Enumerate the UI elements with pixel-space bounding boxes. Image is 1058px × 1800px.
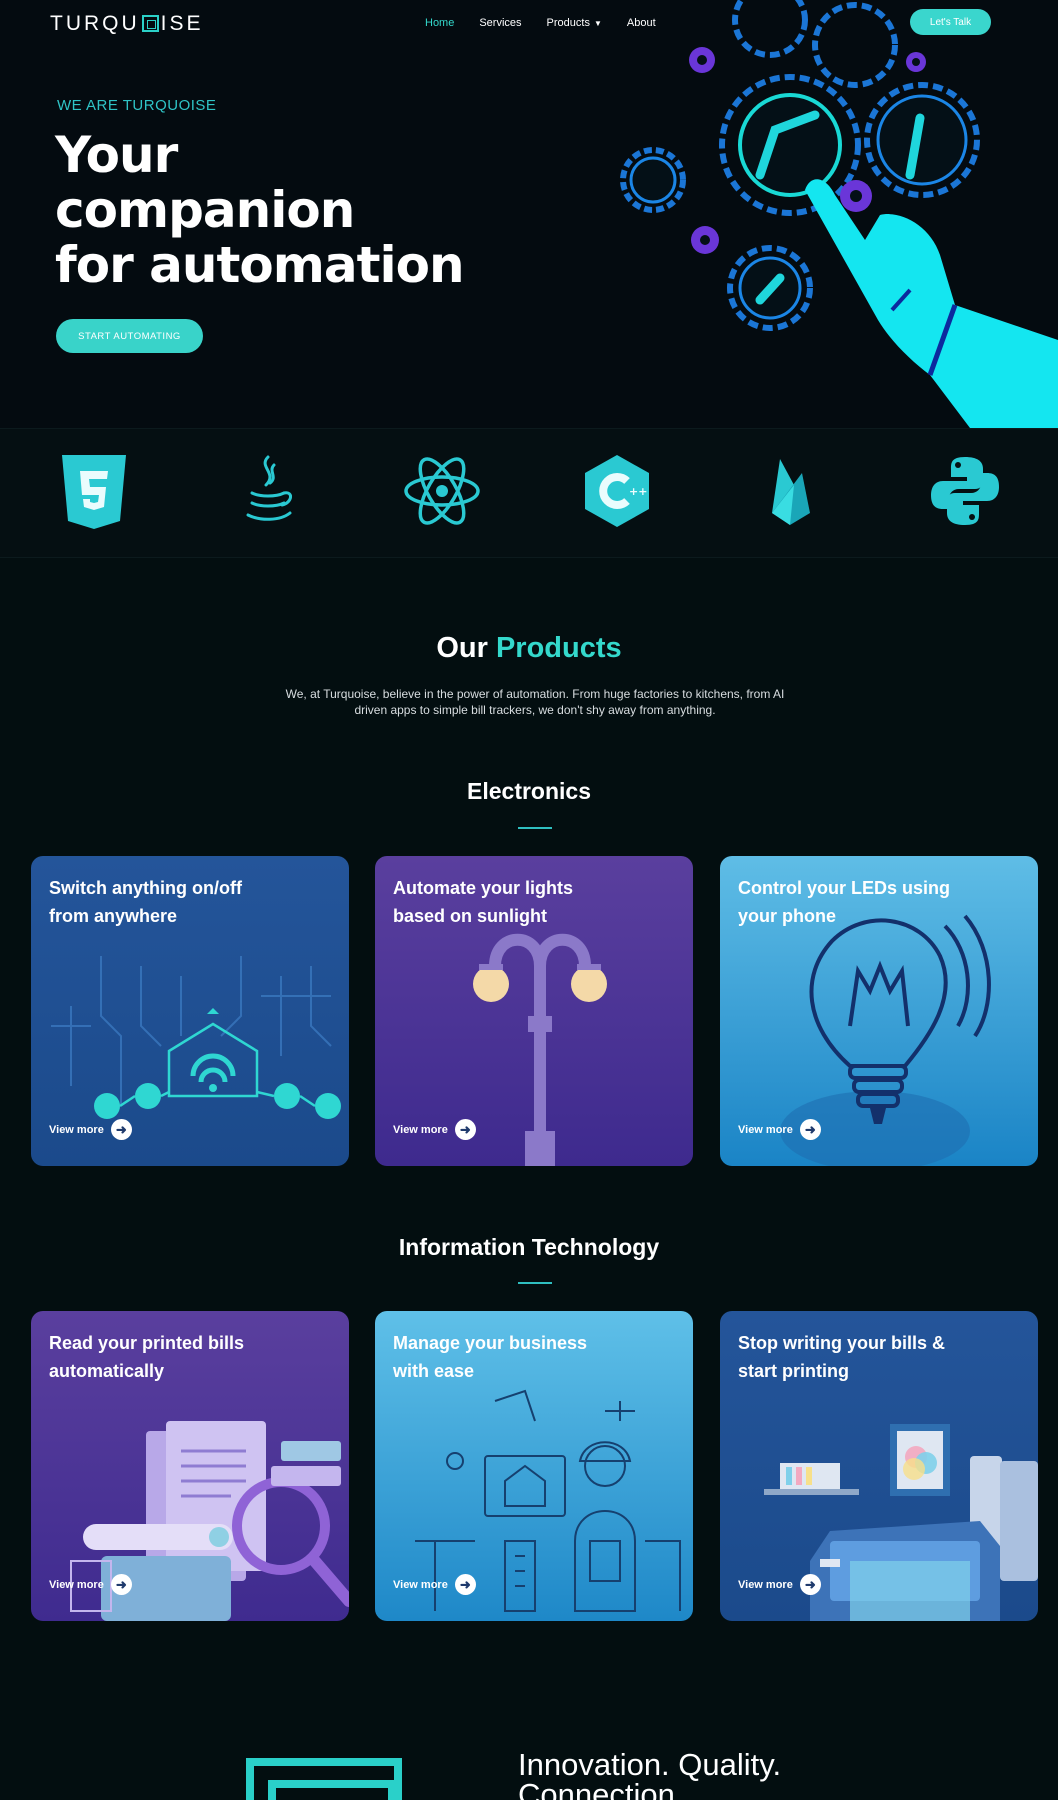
arrow-right-icon: ➜ — [799, 1574, 821, 1595]
card-title: Control your LEDs using your phone — [738, 878, 951, 926]
view-more-label: View more — [738, 1123, 793, 1136]
view-more-label: View more — [49, 1578, 104, 1591]
products-description: We, at Turquoise, believe in the power o… — [285, 687, 785, 717]
it-title: Information Technology — [398, 1234, 660, 1260]
tagline: Innovation. Quality. Connection. — [518, 1747, 782, 1800]
cplusplus-icon: ++ — [585, 455, 649, 527]
electronics-underline — [518, 827, 552, 829]
lets-talk-button[interactable]: Let's Talk — [910, 9, 991, 35]
nav-services[interactable]: Services — [479, 17, 521, 29]
products-title-plain: Our — [436, 632, 488, 664]
product-card-street-light[interactable]: Automate your lights based on sunlight V… — [375, 856, 693, 1166]
product-card-business-management[interactable]: Manage your business with ease View more… — [375, 1311, 693, 1621]
card-title: Switch anything on/off from anywhere — [49, 878, 242, 926]
headline-line-2: companion — [55, 181, 355, 239]
headline-line-1: Your — [55, 126, 178, 184]
logo-square-icon — [141, 14, 159, 32]
view-more-link[interactable]: View more ➜ — [393, 1574, 476, 1595]
nav-products-label: Products — [546, 17, 590, 29]
brand-logo[interactable]: TURQU ISE — [50, 12, 204, 36]
view-more-label: View more — [393, 1123, 448, 1136]
tagline-line-1: Innovation. Quality. — [518, 1747, 782, 1782]
arrow-right-icon: ➜ — [799, 1119, 821, 1140]
firebase-icon — [772, 459, 810, 525]
view-more-label: View more — [738, 1578, 793, 1591]
arrow-right-icon: ➜ — [110, 1574, 132, 1595]
hero-eyebrow: WE ARE TURQUOISE — [57, 97, 217, 114]
headline-line-3: for automation — [55, 236, 465, 294]
java-icon — [246, 455, 292, 521]
chevron-down-icon: ▼ — [593, 19, 602, 28]
nav-products[interactable]: Products ▼ — [547, 17, 602, 29]
robotic-hand-illustration — [620, 0, 1058, 428]
nav-home[interactable]: Home — [425, 17, 454, 29]
view-more-label: View more — [49, 1123, 104, 1136]
view-more-link[interactable]: View more ➜ — [393, 1119, 476, 1140]
card-title: Stop writing your bills & start printing — [738, 1333, 945, 1381]
arrow-right-icon: ➜ — [110, 1119, 132, 1140]
card-title: Read your printed bills automatically — [49, 1333, 245, 1381]
html5-icon — [62, 455, 126, 529]
product-card-smart-switch[interactable]: Switch anything on/off from anywhere Vie… — [31, 856, 349, 1166]
python-icon — [931, 457, 999, 525]
arrow-right-icon: ➜ — [454, 1119, 476, 1140]
main-menu: Home Services Products ▼ About — [425, 17, 656, 29]
hero-section: WE ARE TURQUOISE Your companion for auto… — [0, 0, 1058, 428]
hero-headline: Your companion for automation — [55, 126, 465, 294]
product-card-bill-reader[interactable]: Read your printed bills automatically Vi… — [31, 1311, 349, 1621]
svg-text:++: ++ — [629, 485, 647, 498]
electronics-title: Electronics — [467, 778, 591, 804]
products-title: Our Products — [0, 632, 1058, 665]
tagline-line-2: Connection. — [518, 1777, 684, 1800]
it-underline — [518, 1282, 552, 1284]
view-more-label: View more — [393, 1578, 448, 1591]
card-title: Manage your business with ease — [393, 1333, 588, 1381]
card-title: Automate your lights based on sunlight — [393, 878, 574, 926]
react-icon — [404, 457, 480, 525]
start-automating-button[interactable]: START AUTOMATING — [56, 319, 203, 353]
view-more-link[interactable]: View more ➜ — [738, 1119, 821, 1140]
top-navigation: TURQU ISE Home Services Products ▼ About L… — [0, 0, 1058, 48]
nav-about[interactable]: About — [627, 17, 656, 29]
arrow-right-icon: ➜ — [454, 1574, 476, 1595]
view-more-link[interactable]: View more ➜ — [49, 1119, 132, 1140]
product-card-led-control[interactable]: Control your LEDs using your phone View … — [720, 856, 1038, 1166]
turquoise-emblem-icon — [246, 1758, 402, 1800]
product-card-bill-printing[interactable]: Stop writing your bills & start printing… — [720, 1311, 1038, 1621]
view-more-link[interactable]: View more ➜ — [49, 1574, 132, 1595]
technology-strip: ++ — [0, 428, 1058, 558]
products-title-accent: Products — [495, 632, 622, 664]
view-more-link[interactable]: View more ➜ — [738, 1574, 821, 1595]
